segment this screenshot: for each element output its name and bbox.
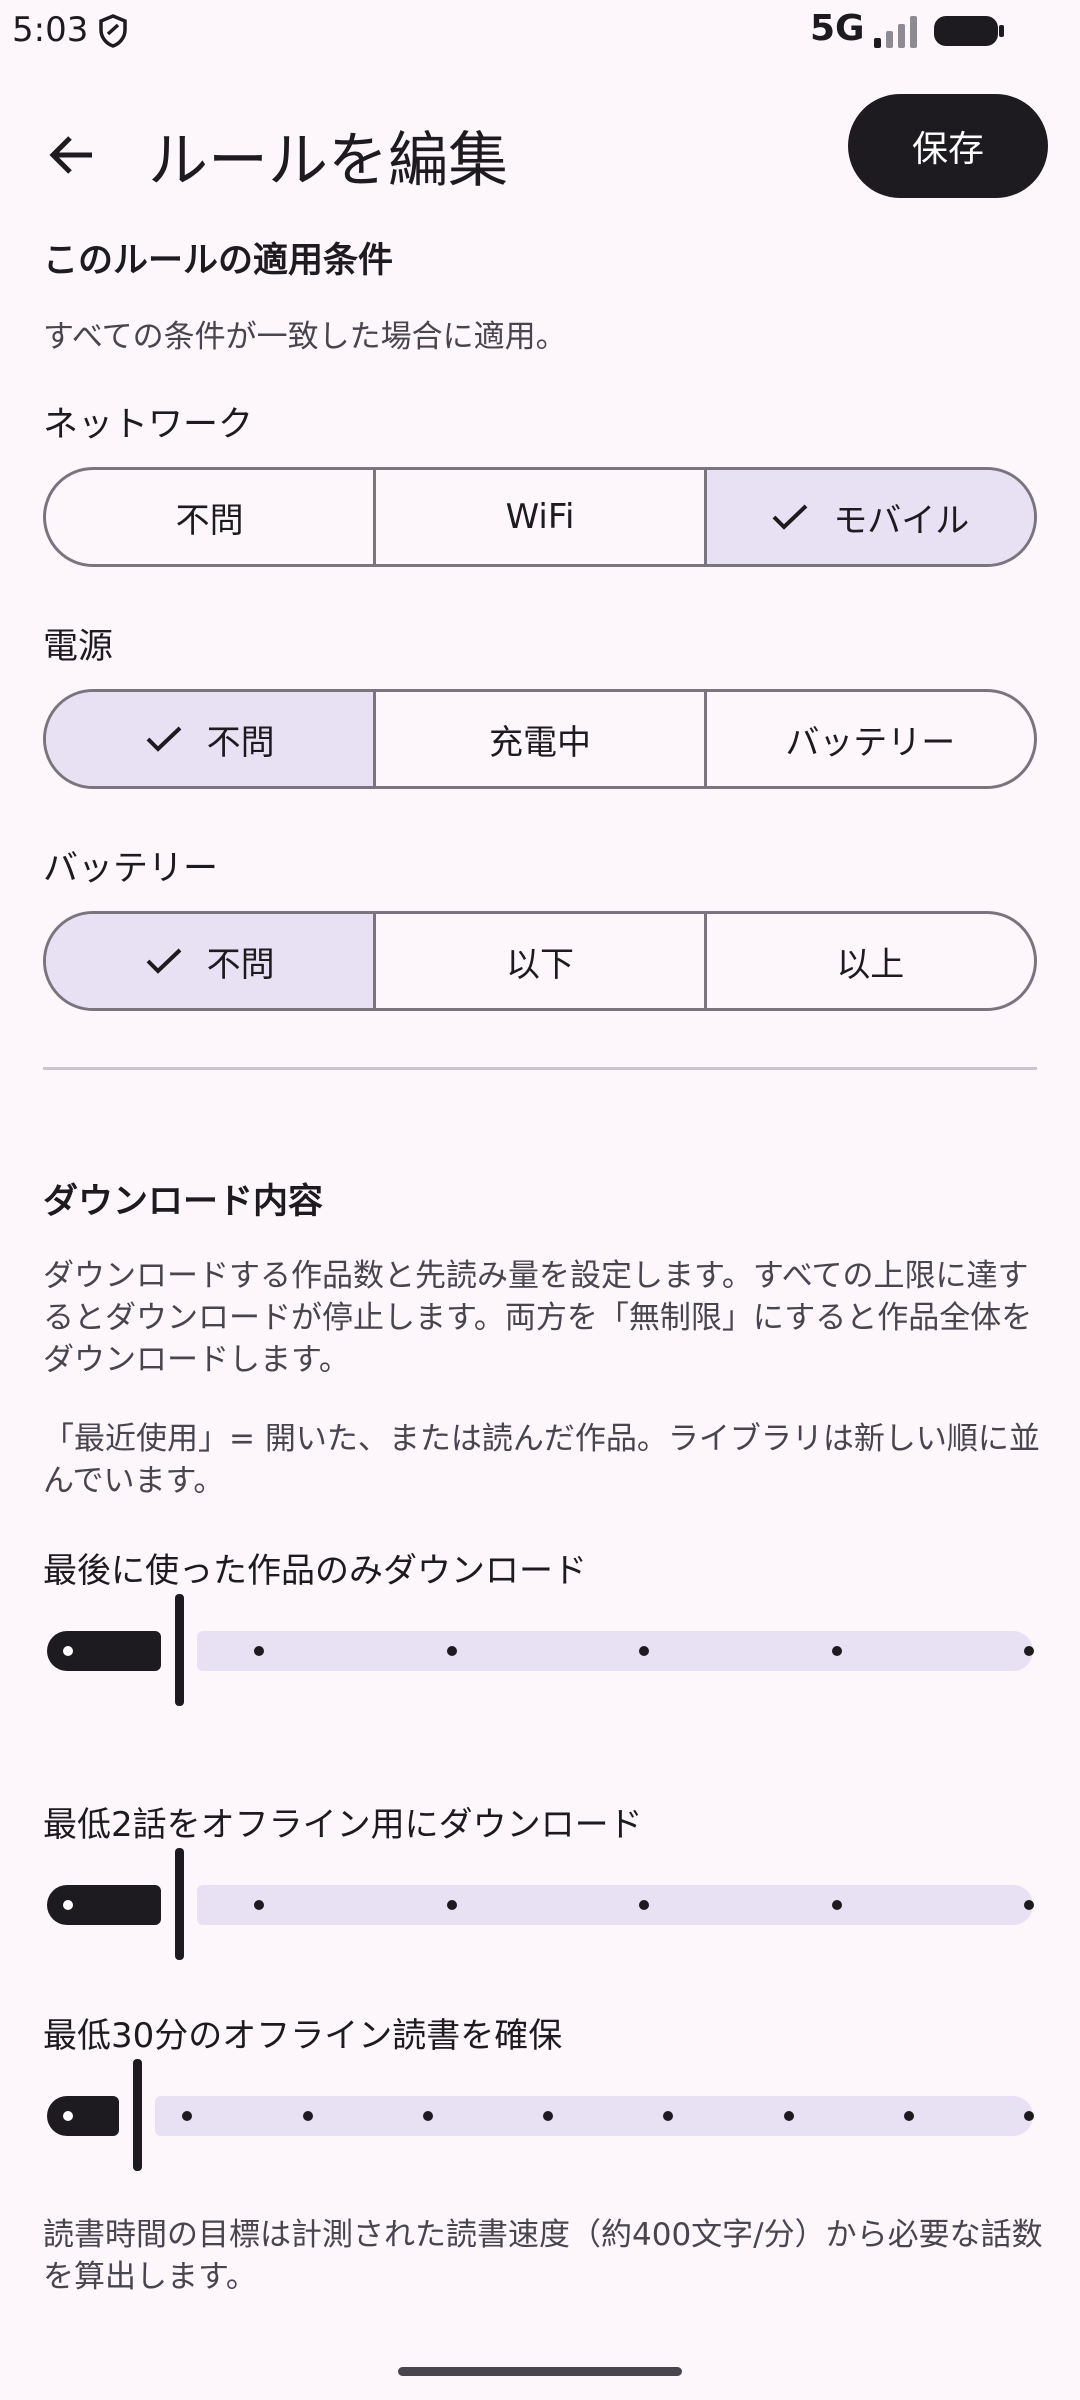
- download-description: ダウンロードする作品数と先読み量を設定します。すべての上限に達するとダウンロード…: [43, 1258, 1033, 1378]
- battery-label: バッテリー: [43, 849, 219, 889]
- conditions-description: すべての条件が一致した場合に適用。: [43, 319, 567, 355]
- footnote: 読書時間の目標は計測された読書速度（約400文字/分）から必要な話数を算出します…: [43, 2217, 1043, 2295]
- status-time: 5:03: [12, 10, 89, 50]
- slider-thumb[interactable]: [133, 2059, 142, 2171]
- power-label: 電源: [43, 627, 114, 667]
- check-icon: [771, 502, 809, 532]
- battery-segmented-control: 不問 以下 以上: [43, 911, 1037, 1011]
- network-option-wifi-label: WiFi: [505, 497, 575, 537]
- slider-label: 最低30分のオフライン読書を確保: [43, 2016, 563, 2056]
- slider-active-track: [47, 2096, 119, 2136]
- slider-tick: [831, 1900, 842, 1910]
- slider-stop-indicator: [63, 2111, 73, 2121]
- recent-works-slider[interactable]: [43, 1594, 1037, 1706]
- slider-thumb[interactable]: [175, 1594, 184, 1706]
- shield-icon: [98, 14, 128, 52]
- slider-tick: [783, 2111, 794, 2121]
- slider-inactive-track: [197, 1631, 1033, 1671]
- page-title: ルールを編集: [148, 126, 508, 196]
- power-segmented-control: 不問 充電中 バッテリー: [43, 689, 1037, 789]
- slider-inactive-track: [197, 1885, 1033, 1925]
- battery-option-above-label: 以上: [836, 944, 905, 985]
- network-option-any-label: 不問: [175, 500, 244, 541]
- save-button[interactable]: 保存: [848, 94, 1048, 198]
- power-option-any[interactable]: 不問: [46, 692, 377, 786]
- power-option-battery-label: バッテリー: [785, 722, 956, 763]
- network-label: ネットワーク: [43, 405, 254, 445]
- slider-label: 最後に使った作品のみダウンロード: [43, 1551, 587, 1591]
- slider-stop-indicator: [63, 1646, 73, 1656]
- network-segmented-control: 不問 WiFi モバイル: [43, 467, 1037, 567]
- network-option-any[interactable]: 不問: [46, 470, 377, 564]
- slider-inactive-track: [155, 2096, 1033, 2136]
- divider: [43, 1067, 1037, 1070]
- battery-option-above[interactable]: 以上: [707, 914, 1034, 1008]
- reading-time-slider[interactable]: [43, 2059, 1037, 2171]
- back-button[interactable]: [40, 120, 110, 190]
- battery-option-below[interactable]: 以下: [376, 914, 707, 1008]
- power-option-any-label: 不問: [206, 722, 275, 763]
- download-title: ダウンロード内容: [43, 1182, 324, 1222]
- slider-tick: [446, 1646, 457, 1656]
- network-type: 5G: [810, 8, 865, 49]
- slider-tick: [1024, 1646, 1034, 1656]
- home-indicator[interactable]: [398, 2367, 682, 2376]
- slider-tick: [422, 2111, 433, 2121]
- slider-thumb[interactable]: [175, 1848, 184, 1960]
- conditions-title: このルールの適用条件: [43, 241, 394, 281]
- slider-tick: [543, 2111, 553, 2121]
- slider-tick: [1024, 2111, 1034, 2121]
- network-option-mobile-label: モバイル: [833, 500, 970, 541]
- slider-tick: [1024, 1900, 1034, 1910]
- network-option-wifi[interactable]: WiFi: [376, 470, 707, 564]
- min-episodes-slider[interactable]: [43, 1848, 1037, 1960]
- battery-option-any[interactable]: 不問: [46, 914, 377, 1008]
- recent-definition: 「最近使用」= 開いた、または読んだ作品。ライブラリは新しい順に並んでいます。: [43, 1421, 1040, 1499]
- status-bar: 5:03 5G: [0, 0, 1080, 64]
- slider-stop-indicator: [63, 1900, 73, 1910]
- battery-option-below-label: 以下: [505, 944, 574, 985]
- slider-tick: [831, 1646, 842, 1656]
- check-icon: [145, 724, 183, 754]
- power-option-charging[interactable]: 充電中: [376, 692, 707, 786]
- battery-icon: [934, 14, 1006, 52]
- network-option-mobile[interactable]: モバイル: [706, 470, 1034, 564]
- slider-label: 最低2話をオフライン用にダウンロード: [43, 1805, 643, 1845]
- slider-tick: [302, 2111, 313, 2121]
- check-icon: [145, 946, 183, 976]
- battery-option-any-label: 不問: [206, 944, 275, 985]
- power-option-battery[interactable]: バッテリー: [707, 692, 1034, 786]
- app-bar: ルールを編集 保存: [0, 90, 1080, 210]
- arrow-back-icon: [40, 136, 110, 194]
- power-option-charging-label: 充電中: [488, 722, 591, 763]
- slider-tick: [903, 2111, 914, 2121]
- signal-icon: [872, 14, 922, 52]
- slider-tick: [446, 1900, 457, 1910]
